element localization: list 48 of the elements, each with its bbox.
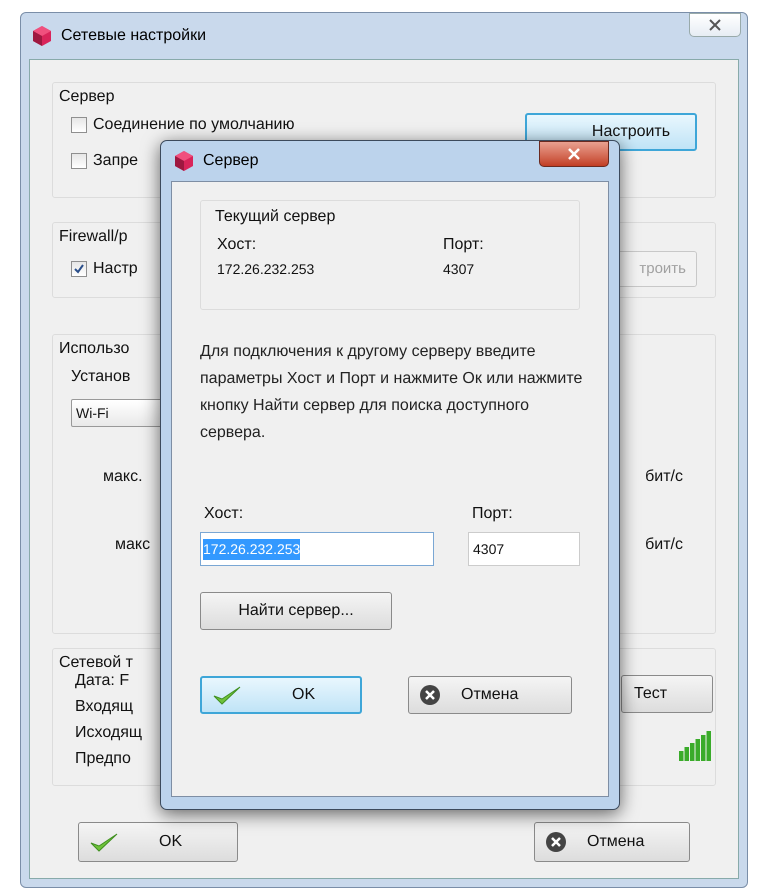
close-icon [708, 18, 722, 32]
host-value: 172.26.232.253 [217, 260, 314, 279]
group-title: Сетевой т [59, 653, 133, 673]
traffic-info: Входящ [75, 697, 134, 717]
traffic-info: Предпо [75, 749, 132, 769]
checkbox[interactable] [71, 261, 87, 277]
instructions-text: Для подключения к другому серверу введите параметры Хост и Порт и нажмите Ок или нажмите кнопку Найти сервер для поиска доступного сервера. [200, 342, 584, 443]
checkbox-label: Соединение по умолчанию [93, 115, 294, 135]
host-input-value: 172.26.232.253 [203, 538, 300, 560]
cancel-icon [545, 831, 567, 853]
cube-logo-icon [31, 25, 53, 47]
limit-label: макс. [103, 467, 143, 487]
cube-logo-icon [173, 150, 195, 172]
checkbox[interactable] [71, 117, 87, 133]
close-icon [567, 147, 581, 161]
close-button[interactable] [539, 141, 609, 167]
cancel-button[interactable]: Отмена [408, 676, 572, 714]
port-label: Порт: [471, 504, 514, 524]
unit-label: бит/с [645, 535, 683, 555]
group-title: Firewall/p [59, 227, 128, 247]
cancel-icon [419, 684, 441, 706]
group-title: Сервер [59, 87, 114, 107]
checkbox-label: Запре [93, 151, 138, 171]
checkbox[interactable] [71, 153, 87, 169]
group-title: Использо [59, 339, 130, 359]
host-label: Хост: [203, 504, 244, 524]
window-title: Сетевые настройки [61, 26, 206, 46]
traffic-info: Исходящ [75, 723, 142, 743]
close-button[interactable] [689, 13, 741, 37]
dialog-title: Сервер [203, 151, 258, 171]
port-field[interactable]: 4307 [468, 532, 580, 566]
test-button[interactable]: Тест [621, 675, 713, 713]
port-label: Порт: [443, 235, 485, 255]
ok-button[interactable]: OK [200, 676, 362, 714]
signal-strength-icon [679, 729, 713, 761]
checkbox-label: Настр [93, 259, 138, 279]
traffic-info: Дата: F [75, 671, 130, 691]
group-title: Текущий сервер [215, 207, 336, 227]
unit-label: бит/с [645, 467, 683, 487]
checkmark-icon [212, 684, 242, 706]
port-value: 4307 [443, 260, 476, 279]
host-label: Хост: [217, 235, 258, 255]
cancel-button[interactable]: Отмена [534, 822, 690, 862]
limit-label: макс [115, 535, 150, 555]
field-label: Установ [71, 367, 130, 387]
find-server-button[interactable]: Найти сервер... [200, 592, 392, 630]
ok-button[interactable]: OK [78, 822, 238, 862]
checkmark-icon [89, 831, 119, 853]
